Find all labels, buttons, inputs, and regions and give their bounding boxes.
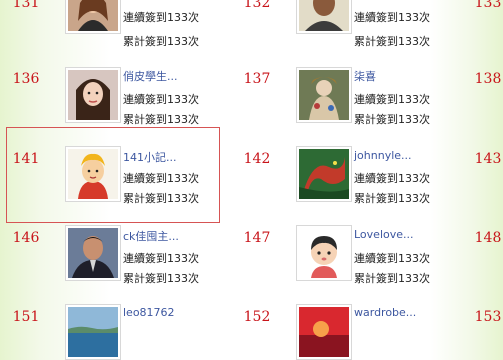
user-name-link[interactable]: wardrobe...	[354, 306, 416, 319]
rank-number: 153	[474, 309, 502, 325]
green-dragon-avatar-icon[interactable]	[296, 146, 352, 202]
rank-number: 137	[243, 71, 271, 87]
girl-portrait-avatar-icon[interactable]	[65, 67, 121, 123]
total-checkin-text: 累計簽到133次	[354, 272, 430, 285]
selected-entry-highlight	[6, 127, 220, 223]
rank-number: 146	[12, 230, 40, 246]
seascape-avatar-icon[interactable]	[65, 304, 121, 360]
consecutive-checkin-text: 連續簽到133次	[354, 93, 430, 106]
rank-number: 147	[243, 230, 271, 246]
user-name-link[interactable]: johnnyle...	[354, 149, 412, 162]
total-checkin-text: 累計簽到133次	[354, 35, 430, 48]
consecutive-checkin-text: 連續簽到133次	[354, 11, 430, 24]
cartoon-boy-avatar-icon[interactable]	[296, 225, 352, 281]
rank-number: 138	[474, 71, 502, 87]
rank-number: 131	[12, 0, 40, 11]
man-portrait-avatar-icon[interactable]	[296, 0, 352, 34]
red-sky-avatar-icon[interactable]	[296, 304, 352, 360]
user-name-link[interactable]: ck佳囤主...	[123, 228, 179, 244]
consecutive-checkin-text: 連續簽到133次	[123, 252, 199, 265]
total-checkin-text: 累計簽到133次	[123, 35, 199, 48]
consecutive-checkin-text: 連續簽到133次	[354, 172, 430, 185]
checkin-ranking-grid: 131 連續簽到133次 累計簽到133次 132 連續簽到133次 累計簽到1…	[0, 0, 503, 360]
man-in-suit-avatar-icon[interactable]	[65, 225, 121, 281]
consecutive-checkin-text: 連續簽到133次	[123, 11, 199, 24]
rank-number: 133	[474, 0, 502, 11]
user-name-link[interactable]: 俏皮學生...	[123, 68, 178, 84]
rank-number: 136	[12, 71, 40, 87]
user-name-link[interactable]: Lovelove...	[354, 228, 414, 241]
total-checkin-text: 累計簽到133次	[354, 192, 430, 205]
rank-number: 132	[243, 0, 271, 11]
total-checkin-text: 累計簽到133次	[123, 113, 199, 126]
rank-number: 143	[474, 151, 502, 167]
woman-portrait-avatar-icon[interactable]	[65, 0, 121, 34]
user-name-link[interactable]: 柒喜	[354, 68, 376, 84]
rank-number: 142	[243, 151, 271, 167]
total-checkin-text: 累計簽到133次	[354, 113, 430, 126]
rank-number: 151	[12, 309, 40, 325]
user-name-link[interactable]: leo81762	[123, 306, 175, 319]
total-checkin-text: 累計簽到133次	[123, 272, 199, 285]
costume-doll-avatar-icon[interactable]	[296, 67, 352, 123]
rank-number: 148	[474, 230, 502, 246]
consecutive-checkin-text: 連續簽到133次	[123, 93, 199, 106]
consecutive-checkin-text: 連續簽到133次	[354, 252, 430, 265]
rank-number: 152	[243, 309, 271, 325]
